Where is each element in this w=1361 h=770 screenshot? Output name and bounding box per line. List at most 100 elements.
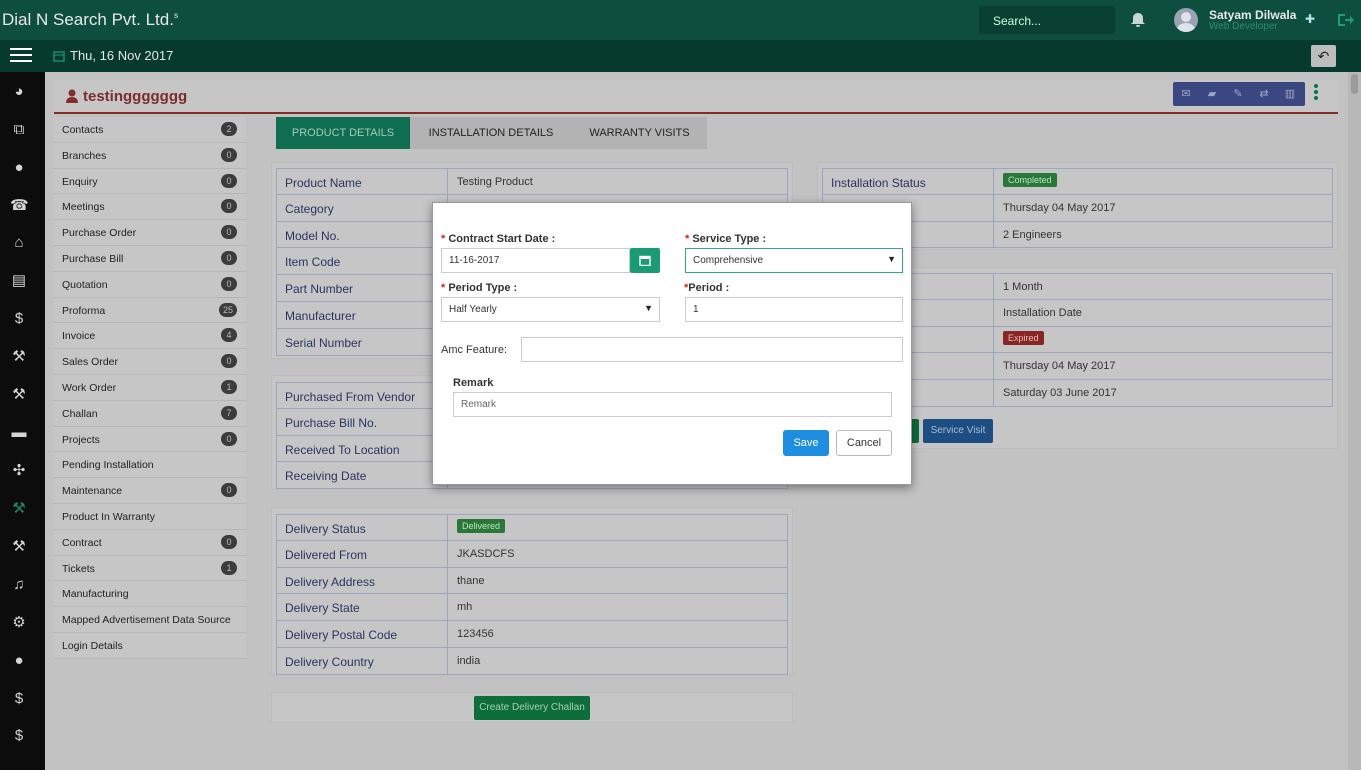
status-badge: Delivered bbox=[457, 519, 506, 533]
puzzle-icon[interactable]: ✣ bbox=[10, 462, 28, 480]
service-visit-button[interactable]: Service Visit bbox=[923, 419, 993, 443]
sidebar-item[interactable]: Contacts 2 bbox=[54, 117, 246, 143]
dashboard-icon[interactable]: ◕ bbox=[10, 83, 28, 101]
sidebar-item[interactable]: Quotation 0 bbox=[54, 271, 246, 298]
amc-feature-input[interactable] bbox=[521, 337, 903, 362]
record-header: testinggggggg ✉ ▰ ✎ ⇄ ▥ bbox=[54, 80, 1338, 114]
period-label: *Period : bbox=[684, 282, 730, 294]
date-picker-button[interactable] bbox=[630, 248, 660, 273]
more-options-icon[interactable] bbox=[1314, 84, 1319, 102]
sidebar-item[interactable]: Meetings 0 bbox=[54, 194, 246, 221]
sidebar-item[interactable]: Product In Warranty bbox=[54, 503, 246, 530]
gavel-icon-2[interactable]: ⚒ bbox=[10, 386, 28, 404]
comment-icon[interactable]: ▰ bbox=[1199, 82, 1225, 106]
tab-warranty-visits[interactable]: WARRANTY VISITS bbox=[572, 117, 707, 149]
phone-icon[interactable]: ☎ bbox=[10, 197, 29, 215]
sidebar-item[interactable]: Tickets 1 bbox=[54, 555, 246, 582]
search-input[interactable]: Search... bbox=[979, 6, 1115, 34]
sidebar-item[interactable]: Sales Order 0 bbox=[54, 349, 246, 375]
period-type-select[interactable]: Half Yearly ▼ bbox=[441, 297, 660, 322]
info-row: Delivery Status Delivered bbox=[276, 514, 788, 541]
sidebar-item[interactable]: Proforma 25 bbox=[54, 297, 246, 324]
calendar-icon bbox=[639, 255, 651, 266]
sitemap-icon[interactable]: ⧉ bbox=[10, 121, 28, 139]
sidebar-item[interactable]: Challan 7 bbox=[54, 400, 246, 427]
sidebar-item[interactable]: Branches 0 bbox=[54, 142, 246, 169]
sidebar-item-label: Proforma bbox=[62, 304, 106, 317]
contract-start-date-input[interactable]: 11-16-2017 bbox=[441, 248, 630, 273]
add-icon[interactable]: ✚ bbox=[1305, 12, 1315, 26]
wrench-icon-active[interactable]: ⚒ bbox=[10, 500, 28, 518]
sidebar-item-label: Purchase Order bbox=[62, 227, 137, 240]
count-badge: 1 bbox=[221, 379, 237, 394]
user-icon-2[interactable]: ● bbox=[10, 652, 28, 670]
save-button[interactable]: Save bbox=[783, 430, 829, 456]
bell-icon[interactable] bbox=[1128, 10, 1148, 30]
record-action-bar: ✉ ▰ ✎ ⇄ ▥ bbox=[1173, 82, 1305, 106]
sidebar-item-label: Sales Order bbox=[62, 356, 119, 369]
user-role: Web Developer bbox=[1209, 21, 1278, 32]
info-row: Delivery Country india bbox=[276, 648, 788, 675]
calendar-icon bbox=[53, 51, 65, 62]
tab-installation-details[interactable]: INSTALLATION DETAILS bbox=[410, 117, 572, 149]
column-divider bbox=[993, 299, 994, 326]
sidebar-item-label: Pending Installation bbox=[62, 459, 154, 472]
dollar-icon-2[interactable]: $ bbox=[10, 690, 28, 708]
info-key: Delivery State bbox=[285, 601, 360, 616]
info-value: 1 Month bbox=[1003, 281, 1043, 293]
count-badge: 0 bbox=[221, 250, 237, 265]
sidebar-item[interactable]: Purchase Bill 0 bbox=[54, 245, 246, 272]
logout-icon[interactable] bbox=[1336, 11, 1354, 29]
sidebar-item[interactable]: Login Details bbox=[54, 632, 246, 659]
truck-icon[interactable]: ▬ bbox=[10, 424, 28, 442]
scrollbar[interactable] bbox=[1348, 72, 1361, 770]
refresh-icon[interactable]: ⇄ bbox=[1251, 82, 1277, 106]
edit-icon[interactable]: ✎ bbox=[1225, 82, 1251, 106]
sidebar-item-label: Login Details bbox=[62, 639, 123, 652]
tab-product-details[interactable]: PRODUCT DETAILS bbox=[276, 117, 410, 149]
create-delivery-challan-button[interactable]: Create Delivery Challan bbox=[474, 696, 590, 720]
dollar-icon-3[interactable]: $ bbox=[10, 727, 28, 745]
brand-logo[interactable]: Dial N Search Pvt. Ltd.s bbox=[2, 10, 178, 30]
user-icon[interactable]: ● bbox=[10, 159, 28, 177]
sidebar-item[interactable]: Manufacturing bbox=[54, 581, 246, 608]
period-input[interactable]: 1 bbox=[685, 297, 903, 322]
sidebar-item-label: Branches bbox=[62, 149, 107, 162]
sidebar-item-label: Work Order bbox=[62, 381, 117, 394]
gears-icon[interactable]: ⚙ bbox=[10, 614, 28, 632]
info-key: Part Number bbox=[285, 282, 354, 297]
user-avatar[interactable] bbox=[1174, 8, 1198, 32]
user-name[interactable]: Satyam Dilwala bbox=[1209, 8, 1296, 22]
remark-input[interactable]: Remark bbox=[453, 392, 892, 417]
service-type-label: * Service Type : bbox=[685, 233, 767, 245]
sidebar-item[interactable]: Pending Installation bbox=[54, 452, 246, 479]
sidebar-item[interactable]: Invoice 4 bbox=[54, 323, 246, 350]
sidebar-item[interactable]: Work Order 1 bbox=[54, 374, 246, 401]
wrench-icon[interactable]: ⚒ bbox=[10, 538, 28, 556]
info-value: JKASDCFS bbox=[457, 547, 515, 560]
hamburger-menu-icon[interactable] bbox=[10, 48, 32, 64]
trash-icon[interactable]: ▥ bbox=[1277, 82, 1303, 106]
info-key: Purchase Bill No. bbox=[285, 415, 378, 430]
sidebar-item[interactable]: Mapped Advertisement Data Source bbox=[54, 607, 246, 633]
back-button[interactable]: ↶ bbox=[1311, 45, 1336, 67]
service-type-select[interactable]: Comprehensive ▼ bbox=[685, 248, 903, 273]
sidebar-item-label: Product In Warranty bbox=[62, 510, 155, 523]
gavel-icon[interactable]: ⚒ bbox=[10, 348, 28, 366]
dollar-icon[interactable]: $ bbox=[10, 310, 28, 328]
sidebar-item[interactable]: Maintenance 0 bbox=[54, 478, 246, 504]
basket-icon[interactable]: ⌂ bbox=[10, 234, 28, 252]
mail-icon[interactable]: ✉ bbox=[1173, 82, 1199, 106]
sidebar-item[interactable]: Enquiry 0 bbox=[54, 168, 246, 195]
sidebar-item[interactable]: Purchase Order 0 bbox=[54, 220, 246, 246]
headphones-icon[interactable]: ♫ bbox=[10, 576, 28, 594]
sidebar-item-label: Purchase Bill bbox=[62, 252, 124, 265]
info-key: Receiving Date bbox=[285, 469, 367, 484]
sidebar-item[interactable]: Contract 0 bbox=[54, 529, 246, 556]
remark-label: Remark bbox=[453, 377, 494, 389]
sidebar-item[interactable]: Projects 0 bbox=[54, 426, 246, 453]
chevron-down-icon: ▼ bbox=[644, 303, 653, 313]
cancel-button[interactable]: Cancel bbox=[836, 430, 892, 456]
amc-contract-modal: * Contract Start Date : 11-16-2017 * Ser… bbox=[432, 202, 912, 485]
pdf-icon[interactable]: ▤ bbox=[10, 272, 28, 290]
